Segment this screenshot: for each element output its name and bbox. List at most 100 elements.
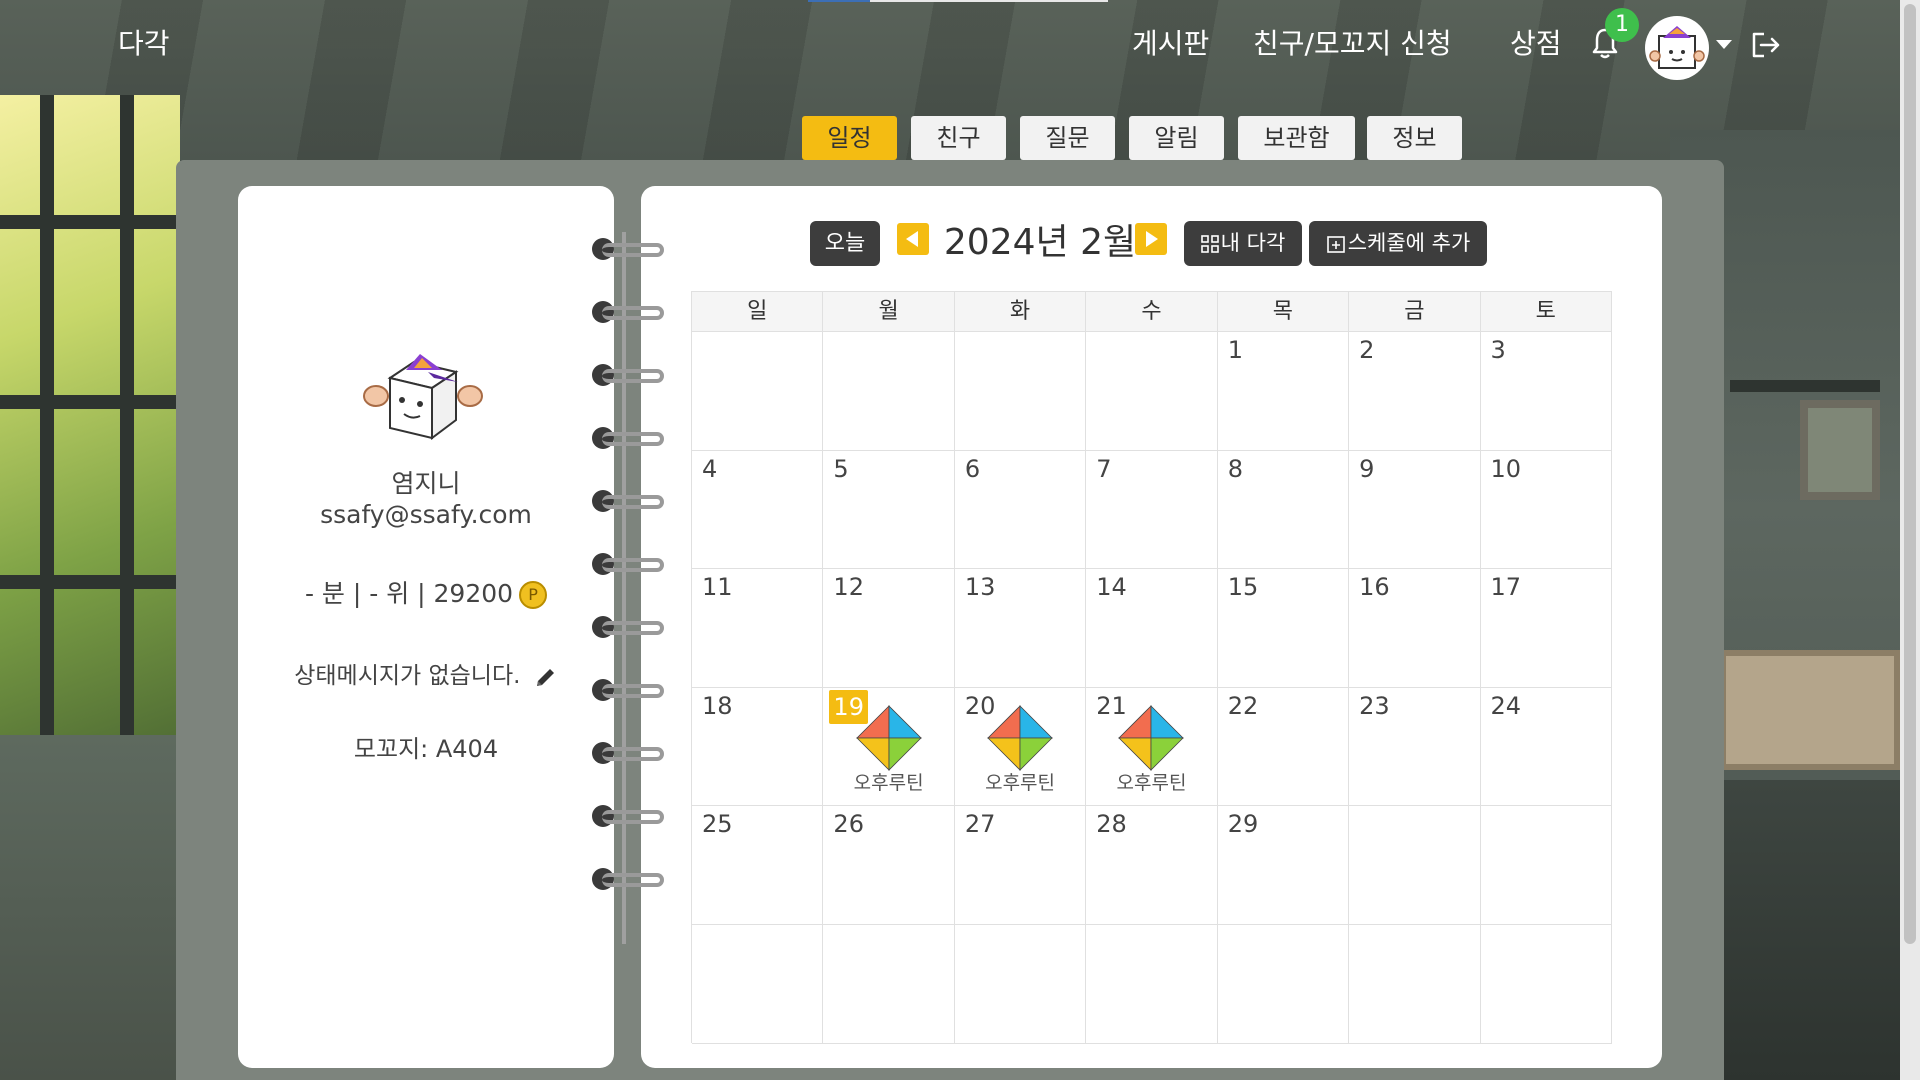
event-label: 오후루틴 <box>985 771 1056 794</box>
tab-info[interactable]: 정보 <box>1367 116 1462 160</box>
calendar-day-cell[interactable]: 5 <box>823 450 955 570</box>
calendar-day-cell[interactable]: 13 <box>954 569 1087 688</box>
spiral-ring <box>588 360 668 388</box>
avatar[interactable] <box>1645 16 1709 80</box>
calendar-day-cell[interactable]: 25 <box>692 806 824 925</box>
calendar-day-cell[interactable] <box>823 332 955 451</box>
add-to-schedule-button[interactable]: 스케줄에 추가 <box>1309 221 1487 266</box>
calendar-day-cell[interactable]: 3 <box>1480 332 1612 451</box>
calendar-day-cell[interactable]: 6 <box>954 450 1087 570</box>
calendar-day-cell[interactable] <box>1480 806 1612 925</box>
calendar-day-cell[interactable] <box>1349 806 1481 925</box>
weekday-label: 화 <box>954 292 1087 332</box>
logout-icon[interactable] <box>1750 30 1782 60</box>
prev-month-button[interactable] <box>897 223 929 255</box>
nav-shop-link[interactable]: 상점 <box>1510 22 1562 62</box>
profile-name: 염지니 <box>391 469 461 498</box>
calendar-day-cell[interactable]: 14 <box>1086 569 1218 688</box>
calendar-day-cell[interactable]: 17 <box>1480 569 1612 688</box>
spiral-ring <box>588 549 668 577</box>
date-number: 4 <box>702 454 718 483</box>
background-window <box>0 95 180 735</box>
spiral-ring <box>588 234 668 262</box>
event-item[interactable]: 오후루틴 <box>1086 704 1216 795</box>
ring-wire <box>602 621 664 635</box>
profile-stats: - 분 | - 위 | 29200 P <box>238 574 614 610</box>
date-number: 28 <box>1096 810 1127 839</box>
top-header: 다각 게시판 친구/모꼬지 신청 상점 1 <box>0 0 1900 90</box>
calendar-week-row: 1 2 3 <box>692 332 1612 451</box>
event-label: 오후루틴 <box>853 771 924 794</box>
grid-icon <box>1200 235 1219 253</box>
date-number: 10 <box>1490 454 1522 483</box>
add-schedule-label: 스케줄에 추가 <box>1347 231 1471 255</box>
spiral-ring <box>588 864 668 892</box>
calendar-day-cell[interactable] <box>692 924 824 1044</box>
calendar-day-cell[interactable] <box>954 924 1087 1044</box>
calendar-day-cell[interactable]: 7 <box>1086 450 1218 570</box>
next-month-button[interactable] <box>1135 223 1167 255</box>
calendar-day-cell[interactable]: 15 <box>1217 569 1350 688</box>
calendar-day-cell[interactable]: 10 <box>1480 450 1612 570</box>
tab-alerts[interactable]: 알림 <box>1129 116 1224 160</box>
calendar-day-cell[interactable]: 19 오후루틴 <box>823 687 955 807</box>
calendar-day-cell[interactable]: 29 <box>1217 806 1350 925</box>
calendar-day-cell[interactable]: 18 <box>692 687 824 807</box>
calendar-grid: 일 월 화 수 목 금 토 1 2 3 4 5 6 7 8 9 10 11 12 13 14 15 16 17 1… <box>691 291 1612 1044</box>
calendar-day-cell[interactable]: 27 <box>954 806 1087 925</box>
calendar-day-cell[interactable]: 21 오후루틴 <box>1086 687 1218 807</box>
calendar-day-cell[interactable] <box>954 332 1087 451</box>
page-scrollbar[interactable] <box>1900 0 1920 1080</box>
calendar-day-cell[interactable]: 8 <box>1217 450 1350 570</box>
calendar-day-cell[interactable]: 26 <box>823 806 955 925</box>
tab-schedule[interactable]: 일정 <box>802 116 897 160</box>
calendar-day-cell[interactable]: 24 <box>1480 687 1612 807</box>
nav-board-link[interactable]: 게시판 <box>1132 22 1209 62</box>
calendar-plus-icon <box>1326 236 1345 253</box>
calendar-day-cell[interactable]: 9 <box>1349 450 1481 570</box>
edit-pencil-icon[interactable] <box>534 665 558 689</box>
event-label: 오후루틴 <box>1116 771 1187 794</box>
ring-wire <box>602 432 664 446</box>
nav-friend-request-link[interactable]: 친구/모꼬지 신청 <box>1253 22 1452 62</box>
ring-wire <box>602 873 664 887</box>
weekday-label: 목 <box>1217 292 1350 332</box>
calendar-day-cell[interactable]: 12 <box>823 569 955 688</box>
calendar-day-cell[interactable]: 1 <box>1217 332 1350 451</box>
calendar-day-cell[interactable] <box>692 332 824 451</box>
calendar-day-cell[interactable] <box>1480 924 1612 1044</box>
ring-wire <box>602 810 664 824</box>
calendar-day-cell[interactable]: 22 <box>1217 687 1350 807</box>
date-number: 13 <box>964 573 996 602</box>
calendar-day-cell[interactable]: 28 <box>1086 806 1218 925</box>
tab-friends[interactable]: 친구 <box>911 116 1006 160</box>
logo[interactable]: 다각 <box>118 22 170 62</box>
calendar-day-cell[interactable]: 2 <box>1349 332 1481 451</box>
my-dagak-button[interactable]: 내 다각 <box>1184 221 1302 266</box>
calendar-day-cell[interactable] <box>1349 924 1481 1044</box>
tab-storage[interactable]: 보관함 <box>1238 116 1355 160</box>
profile-character-icon <box>363 354 483 440</box>
chevron-down-icon[interactable] <box>1716 40 1732 49</box>
event-item[interactable]: 오후루틴 <box>823 704 953 795</box>
status-message-row: 상태메시지가 없습니다. <box>238 656 614 690</box>
calendar-body: 1 2 3 4 5 6 7 8 9 10 11 12 13 14 15 16 17 18 19 오후루틴 20 오후루틴 2… <box>692 332 1612 1044</box>
calendar-day-cell[interactable]: 23 <box>1349 687 1481 807</box>
scrollbar-thumb[interactable] <box>1904 4 1916 944</box>
month-title: 2024년 2월 <box>943 222 1137 263</box>
calendar-day-cell[interactable] <box>823 924 955 1044</box>
calendar-day-cell[interactable]: 4 <box>692 450 824 570</box>
calendar-day-cell[interactable]: 20 오후루틴 <box>954 687 1087 807</box>
spiral-ring <box>588 612 668 640</box>
calendar-day-cell[interactable]: 11 <box>692 569 824 688</box>
background-frame <box>1800 400 1880 500</box>
calendar-day-cell[interactable] <box>1086 924 1218 1044</box>
spiral-ring <box>588 801 668 829</box>
date-number: 9 <box>1359 454 1375 483</box>
calendar-day-cell[interactable] <box>1217 924 1350 1044</box>
event-item[interactable]: 오후루틴 <box>955 704 1085 795</box>
calendar-day-cell[interactable]: 16 <box>1349 569 1481 688</box>
today-button[interactable]: 오늘 <box>810 221 880 266</box>
calendar-day-cell[interactable] <box>1086 332 1218 451</box>
tab-questions[interactable]: 질문 <box>1020 116 1115 160</box>
